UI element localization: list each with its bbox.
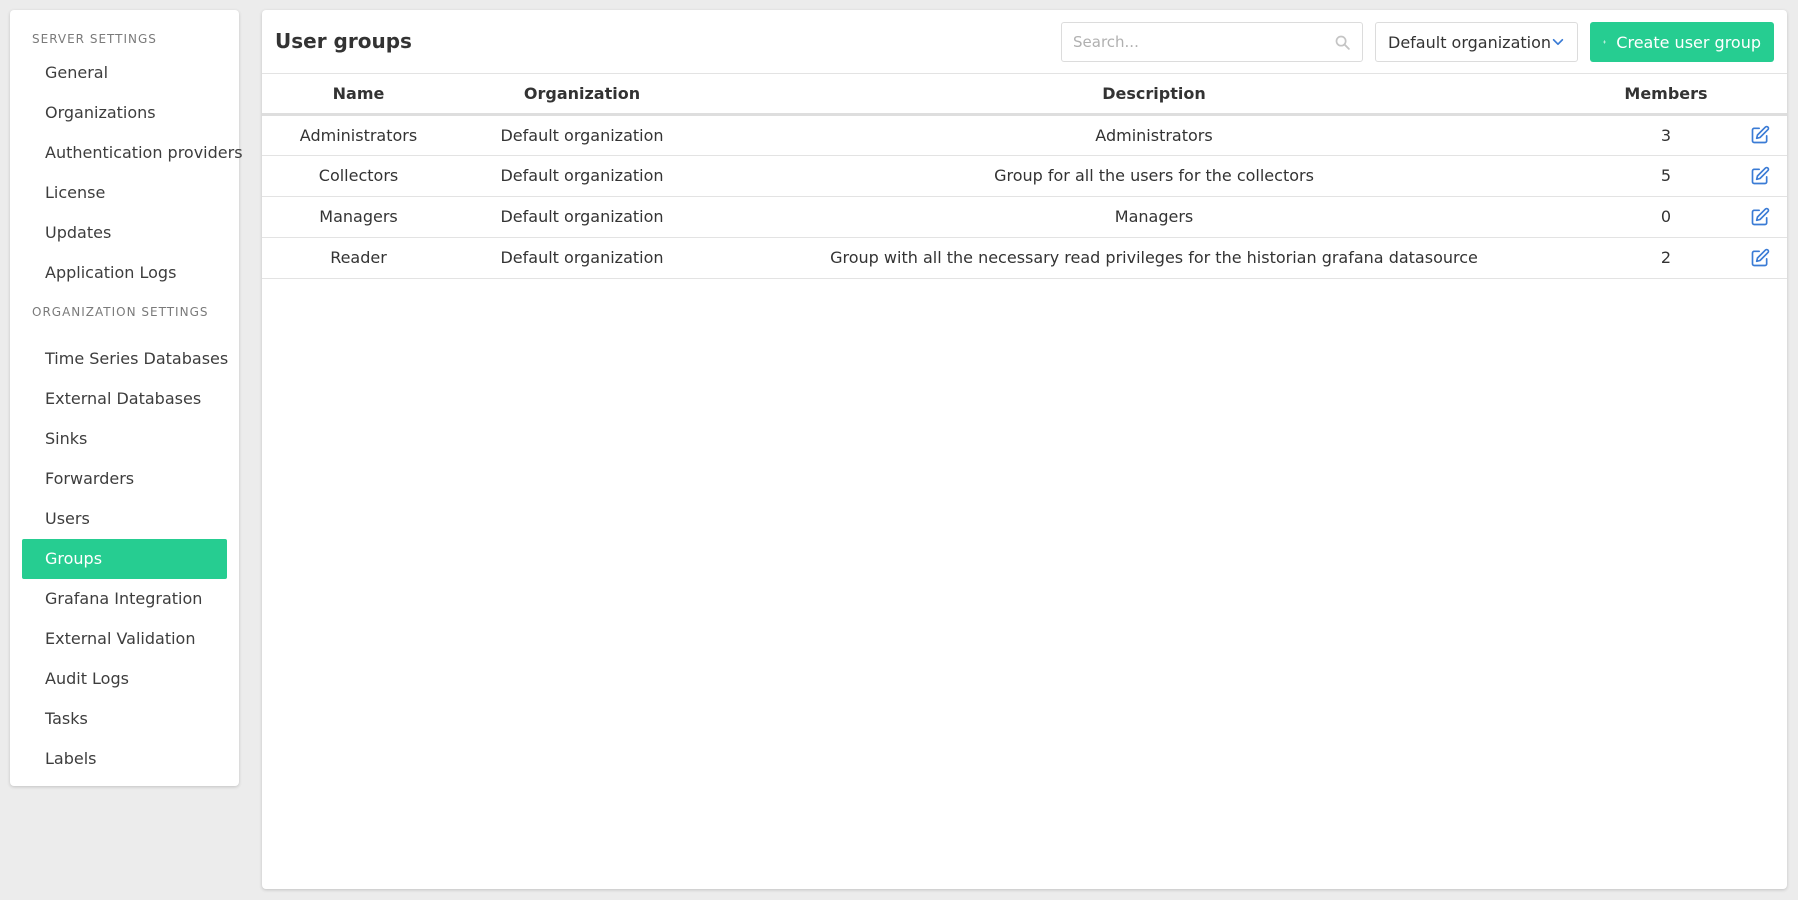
sidebar-item-general[interactable]: General — [22, 53, 227, 93]
column-header-organization[interactable]: Organization — [455, 74, 709, 114]
sidebar-item-application-logs[interactable]: Application Logs — [22, 253, 227, 293]
sidebar: SERVER SETTINGS General Organizations Au… — [10, 10, 243, 786]
sidebar-item-forwarders[interactable]: Forwarders — [22, 459, 227, 499]
column-header-name[interactable]: Name — [262, 74, 455, 114]
cell-name: Collectors — [318, 166, 399, 185]
cell-actions — [1733, 237, 1787, 278]
sidebar-item-authentication-providers[interactable]: Authentication providers — [22, 133, 243, 173]
column-header-members[interactable]: Members — [1599, 74, 1733, 114]
page-title: User groups — [275, 29, 412, 53]
edit-icon[interactable] — [1750, 248, 1770, 268]
table-row[interactable]: Administrators Default organization Admi… — [262, 114, 1787, 155]
sidebar-item-grafana-integration[interactable]: Grafana Integration — [22, 579, 227, 619]
sidebar-item-time-series-databases[interactable]: Time Series Databases — [22, 339, 228, 379]
cell-organization: Default organization — [500, 207, 664, 226]
sidebar-item-audit-logs[interactable]: Audit Logs — [22, 659, 227, 699]
sidebar-item-updates[interactable]: Updates — [22, 213, 227, 253]
cell-members: 5 — [1660, 166, 1672, 185]
cell-members: 3 — [1660, 125, 1672, 145]
create-user-group-button[interactable]: Create user group — [1590, 22, 1774, 62]
server-settings-title: SERVER SETTINGS — [32, 32, 157, 46]
cell-members: 2 — [1660, 248, 1672, 267]
search-box — [1061, 22, 1363, 62]
cell-actions — [1733, 196, 1787, 237]
cell-description: Group for all the users for the collecto… — [994, 166, 1314, 185]
sidebar-item-sinks[interactable]: Sinks — [22, 419, 227, 459]
main-panel: User groups Default organization Create … — [262, 10, 1787, 889]
plus-icon — [1603, 40, 1607, 44]
edit-icon[interactable] — [1750, 166, 1770, 186]
cell-description: Managers — [1114, 207, 1194, 226]
table-row[interactable]: Managers Default organization Managers 0 — [262, 196, 1787, 237]
organization-select[interactable]: Default organization — [1375, 22, 1578, 62]
cell-name: Reader — [330, 248, 387, 267]
cell-name: Administrators — [299, 125, 418, 145]
sidebar-item-organizations[interactable]: Organizations — [22, 93, 227, 133]
cell-members: 0 — [1660, 207, 1672, 226]
column-header-description[interactable]: Description — [709, 74, 1599, 114]
sidebar-item-external-databases[interactable]: External Databases — [22, 379, 227, 419]
main-header: User groups Default organization Create … — [262, 10, 1787, 74]
sidebar-item-users[interactable]: Users — [22, 499, 227, 539]
column-header-actions — [1733, 74, 1787, 114]
cell-actions — [1733, 155, 1787, 196]
search-icon[interactable] — [1334, 34, 1351, 51]
cell-organization: Default organization — [500, 166, 664, 185]
cell-organization: Default organization — [500, 125, 664, 145]
cell-organization: Default organization — [500, 248, 664, 267]
table-row[interactable]: Collectors Default organization Group fo… — [262, 155, 1787, 196]
sidebar-item-external-validation[interactable]: External Validation — [22, 619, 227, 659]
organization-settings-nav: Time Series Databases External Databases… — [22, 339, 228, 779]
chevron-down-icon — [1552, 38, 1564, 46]
create-user-group-label: Create user group — [1616, 32, 1761, 52]
sidebar-item-labels[interactable]: Labels — [22, 739, 227, 779]
cell-actions — [1733, 114, 1787, 155]
edit-icon[interactable] — [1750, 125, 1770, 145]
edit-icon[interactable] — [1750, 207, 1770, 227]
organization-settings-title: ORGANIZATION SETTINGS — [32, 305, 209, 319]
table-header-row: Name Organization Description Members — [262, 74, 1787, 114]
cell-description: Group with all the necessary read privil… — [830, 248, 1478, 267]
table-row[interactable]: Reader Default organization Group with a… — [262, 237, 1787, 278]
cell-name: Managers — [319, 207, 398, 226]
sidebar-item-license[interactable]: License — [22, 173, 227, 213]
sidebar-item-groups[interactable]: Groups — [22, 539, 227, 579]
cell-description: Administrators — [1095, 125, 1213, 145]
user-groups-table: Name Organization Description Members Ad… — [262, 74, 1787, 279]
organization-select-value: Default organization — [1388, 32, 1552, 52]
sidebar-item-tasks[interactable]: Tasks — [22, 699, 227, 739]
search-input[interactable] — [1062, 23, 1362, 61]
server-settings-nav: General Organizations Authentication pro… — [22, 53, 243, 293]
